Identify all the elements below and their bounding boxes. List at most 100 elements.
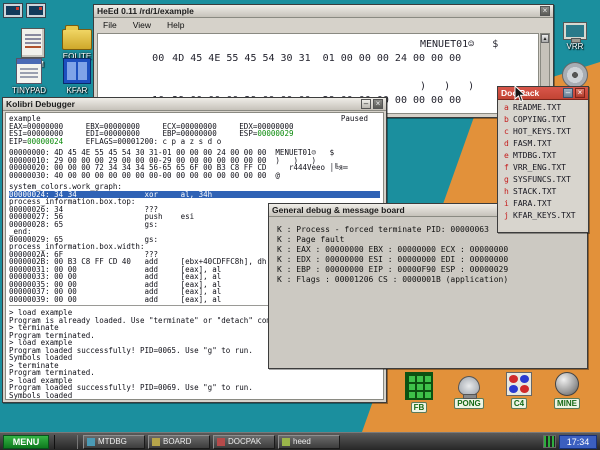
board-line: K : Page fault xyxy=(277,235,583,245)
file-manager-icon xyxy=(63,58,91,84)
board-line: K : EDX : 00000000 ESI : 00000000 EDI : … xyxy=(277,255,583,265)
window-title: Doc Pack xyxy=(501,88,561,98)
board-line: K : EBP : 00000000 EIP : 00000F90 ESP : … xyxy=(277,265,583,275)
cpu-monitor-icon[interactable] xyxy=(543,435,556,448)
hotkey-letter: g xyxy=(504,175,513,184)
board-line: K : Flags : 00001206 CS : 0000001B (appl… xyxy=(277,275,583,285)
task-button[interactable]: DOCPAK xyxy=(213,435,275,449)
dump-line: 00000030: 40 00 00 00 00 00 00 00-00 00 … xyxy=(9,172,380,180)
notepad-icon xyxy=(16,58,42,84)
task-button[interactable]: heed xyxy=(278,435,340,449)
doc-file-item[interactable]: cHOT_KEYS.TXT xyxy=(504,127,586,139)
mini-monitor-icon-1[interactable] xyxy=(3,3,23,18)
task-icon xyxy=(282,438,290,446)
window-title: Kolibri Debugger xyxy=(6,99,359,109)
task-button-row: MTDBG BOARD DOCPAK heed xyxy=(83,435,340,449)
doc-file-item[interactable]: gSYSFUNCS.TXT xyxy=(504,175,586,187)
disk-icon xyxy=(562,62,588,88)
register-row: EIP=00000024 EFLAGS=00001200: c p a z s … xyxy=(9,138,380,146)
folder-icon xyxy=(62,29,92,50)
debugger-titlebar[interactable]: Kolibri Debugger – × xyxy=(3,98,386,111)
taskbar-divider xyxy=(54,435,78,449)
hotkey-letter: f xyxy=(504,163,513,172)
doc-file-item[interactable]: aREADME.TXT xyxy=(504,103,586,115)
icon-label: PONG xyxy=(454,398,484,409)
taskbar: MENU MTDBG BOARD DOCPAK heed 17:34 xyxy=(0,432,600,450)
board-line: K : EAX : 00000000 EBX : 00000000 ECX : … xyxy=(277,245,583,255)
close-icon[interactable]: × xyxy=(373,99,383,109)
esp-value: 00000029 xyxy=(257,129,293,138)
icon-label: MINE xyxy=(554,398,580,409)
doc-file-item[interactable]: dFASM.TXT xyxy=(504,139,586,151)
task-icon xyxy=(217,438,225,446)
task-icon xyxy=(87,438,95,446)
desktop-icon-c4[interactable]: C4 xyxy=(496,372,542,409)
doc-file-item[interactable]: iFARA.TXT xyxy=(504,199,586,211)
task-button[interactable]: BOARD xyxy=(148,435,210,449)
file-name: README.TXT xyxy=(513,103,561,112)
heed-menubar: File View Help xyxy=(94,18,553,31)
heed-titlebar[interactable]: HeEd 0.11 /rd/1/example × xyxy=(94,5,553,18)
file-name: STACK.TXT xyxy=(513,187,556,196)
desktop-icon-mine[interactable]: MINE xyxy=(544,372,590,409)
icon-label: FB xyxy=(411,402,428,413)
mini-screen xyxy=(29,6,43,15)
doc-file-item[interactable]: hSTACK.TXT xyxy=(504,187,586,199)
mini-screen xyxy=(6,6,20,15)
pong-icon xyxy=(458,376,480,396)
monitor-icon xyxy=(563,22,587,40)
desktop-icon-pong[interactable]: PONG xyxy=(446,372,492,409)
file-name: COPYING.TXT xyxy=(513,115,566,124)
docpak-titlebar[interactable]: Doc Pack – × xyxy=(498,87,588,100)
file-name: KFAR_KEYS.TXT xyxy=(513,211,576,220)
icon-label: VRR xyxy=(567,42,584,51)
menu-button[interactable]: MENU xyxy=(3,435,49,449)
icon-label: KFAR xyxy=(67,86,88,95)
status-badge: Paused xyxy=(341,115,368,123)
eip-value: 00000024 xyxy=(27,137,63,146)
menu-item[interactable]: File xyxy=(103,20,117,30)
mini-monitor-icon-2[interactable] xyxy=(26,3,46,18)
scroll-up-icon[interactable]: ▲ xyxy=(541,34,549,43)
close-icon[interactable]: × xyxy=(540,6,550,16)
hotkey-letter: i xyxy=(504,199,513,208)
desktop-icon-unlabeled[interactable] xyxy=(552,62,598,88)
file-name: FASM.TXT xyxy=(513,139,552,148)
task-button[interactable]: MTDBG xyxy=(83,435,145,449)
window-title: HeEd 0.11 /rd/1/example xyxy=(97,6,538,16)
hotkey-letter: e xyxy=(504,151,513,160)
minimize-icon[interactable]: – xyxy=(563,88,573,98)
doc-file-item[interactable]: jKFAR_KEYS.TXT xyxy=(504,211,586,223)
docpak-window: Doc Pack – × aREADME.TXT bCOPYING.TXT cH… xyxy=(497,86,589,233)
doc-file-list: aREADME.TXT bCOPYING.TXT cHOT_KEYS.TXT d… xyxy=(500,100,586,230)
fb-grid-icon xyxy=(405,372,433,400)
icon-label: TINYPAD xyxy=(12,86,46,95)
minimize-icon[interactable]: – xyxy=(361,99,371,109)
menu-item[interactable]: Help xyxy=(167,20,184,30)
desktop-icon-fb[interactable]: FB xyxy=(396,372,442,413)
doc-file-item[interactable]: bCOPYING.TXT xyxy=(504,115,586,127)
hotkey-letter: b xyxy=(504,115,513,124)
hotkey-letter: a xyxy=(504,103,513,112)
doc-file-item[interactable]: fVRR_ENG.TXT xyxy=(504,163,586,175)
hotkey-letter: h xyxy=(504,187,513,196)
hotkey-letter: d xyxy=(504,139,513,148)
doc-file-item[interactable]: eMTDBG.TXT xyxy=(504,151,586,163)
close-icon[interactable]: × xyxy=(575,88,585,98)
hex-row: 004D 45 4E 55 45 54 30 31 01 00 00 00 24… xyxy=(104,38,538,80)
clock[interactable]: 17:34 xyxy=(559,435,597,449)
task-icon xyxy=(152,438,160,446)
file-name: HOT_KEYS.TXT xyxy=(513,127,571,136)
desktop-icon-tinypad[interactable]: TINYPAD xyxy=(6,58,52,95)
icon-label: C4 xyxy=(511,398,527,409)
file-name: FARA.TXT xyxy=(513,199,552,208)
c4-icon xyxy=(506,372,532,396)
mine-icon xyxy=(555,372,579,396)
menu-item[interactable]: View xyxy=(133,20,151,30)
fasm-document-icon xyxy=(21,28,45,58)
desktop-icon-vrr[interactable]: VRR xyxy=(552,22,598,51)
mouse-cursor-icon xyxy=(514,85,527,103)
hotkey-letter: j xyxy=(504,211,513,220)
log-line: Symbols loaded xyxy=(9,392,380,400)
hotkey-letter: c xyxy=(504,127,513,136)
